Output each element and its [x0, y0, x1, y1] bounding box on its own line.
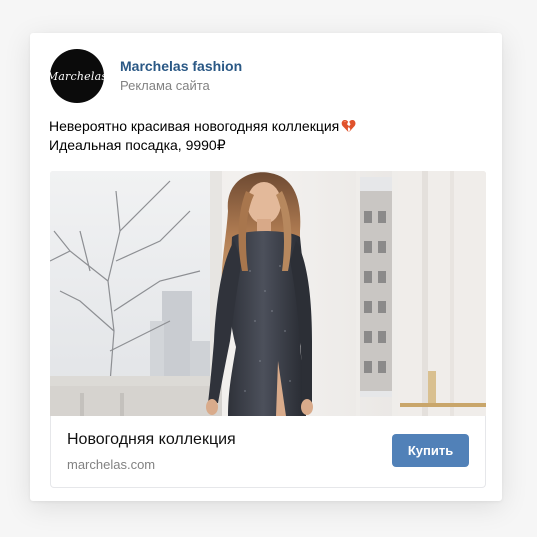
advertiser-name-link[interactable]: Marchelas fashion	[120, 58, 242, 74]
post-text-line-1: Невероятно красивая новогодняя коллекция	[49, 118, 356, 134]
ad-photo-illustration	[50, 171, 486, 416]
post-text-line-2: Идеальная посадка, 9990₽	[49, 137, 226, 153]
buy-button[interactable]: Купить	[392, 434, 469, 467]
ad-image[interactable]	[50, 171, 486, 416]
avatar-logo-text: Marchelas	[46, 69, 108, 83]
ad-label: Реклама сайта	[120, 78, 210, 93]
advertiser-avatar[interactable]: Marchelas	[46, 49, 108, 103]
post-text-1: Невероятно красивая новогодняя коллекция	[49, 118, 340, 134]
ad-post-card: Marchelas Marchelas fashion Реклама сайт…	[30, 33, 502, 501]
link-snippet[interactable]: Новогодняя коллекция marchelas.com Купит…	[50, 416, 486, 488]
link-title[interactable]: Новогодняя коллекция	[67, 431, 236, 449]
broken-heart-icon	[341, 119, 356, 133]
link-domain: marchelas.com	[67, 457, 156, 472]
